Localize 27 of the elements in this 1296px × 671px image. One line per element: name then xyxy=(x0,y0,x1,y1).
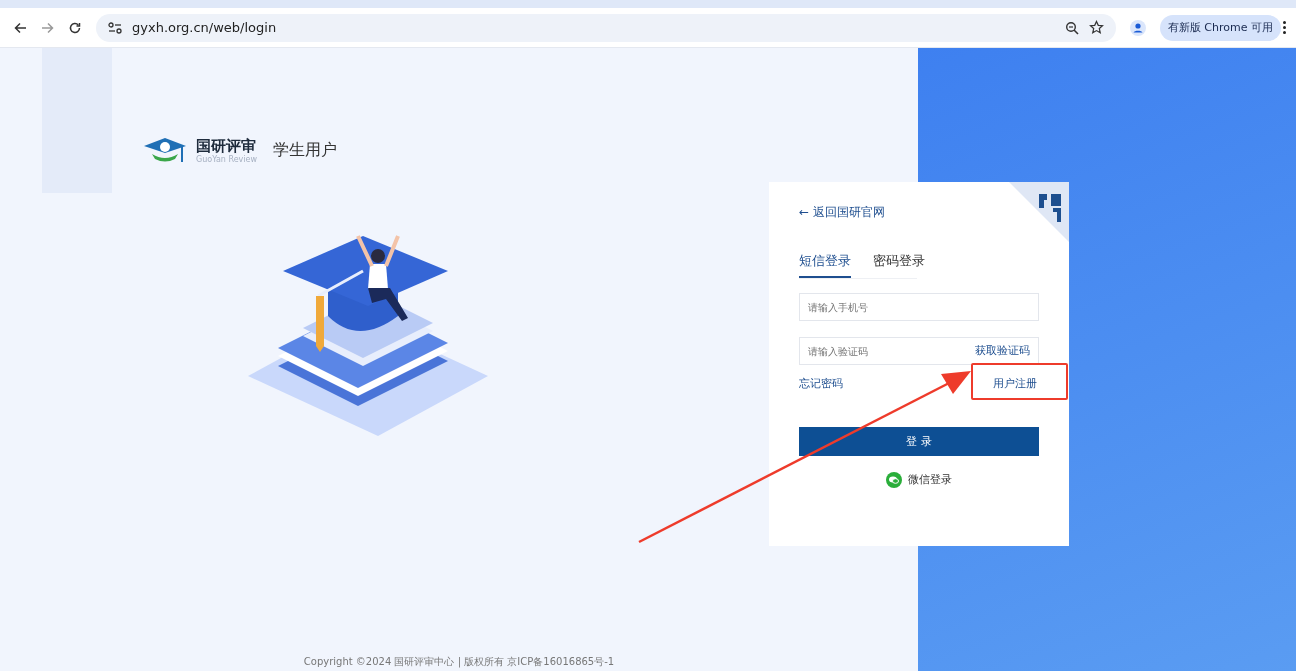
brand-subtitle: GuoYan Review xyxy=(196,154,257,164)
update-chrome-button[interactable]: 有新版 Chrome 可用 xyxy=(1159,14,1281,41)
login-tab[interactable]: 短信登录 xyxy=(799,253,851,278)
user-type-label: 学生用户 xyxy=(273,139,337,161)
register-link[interactable]: 用户注册 xyxy=(993,377,1037,391)
forgot-password-link[interactable]: 忘记密码 xyxy=(799,377,843,391)
back-icon[interactable] xyxy=(14,21,27,34)
zoom-icon[interactable] xyxy=(1064,20,1079,35)
copyright-text: Copyright ©2024 国研评审中心 | 版权所有 京ICP备16016865号-1 xyxy=(303,656,615,667)
qr-code-corner-icon[interactable] xyxy=(1009,182,1069,242)
logo-icon xyxy=(142,136,188,164)
url-text: gyxh.org.cn/web/login xyxy=(132,20,277,35)
menu-icon[interactable] xyxy=(1283,21,1286,34)
star-icon[interactable] xyxy=(1088,20,1104,35)
site-settings-icon[interactable] xyxy=(108,21,122,34)
profile-icon[interactable] xyxy=(1129,19,1146,36)
login-button[interactable]: 登 录 xyxy=(799,427,1039,456)
reload-icon[interactable] xyxy=(68,20,82,35)
chat-bubble-icon xyxy=(886,472,902,488)
back-to-site-link[interactable]: ← 返回国研官网 xyxy=(799,204,1039,221)
forward-icon[interactable] xyxy=(41,21,54,34)
brand-name: 国研评审 xyxy=(196,136,257,155)
address-bar[interactable]: gyxh.org.cn/web/login xyxy=(96,13,1116,42)
login-tab[interactable]: 密码登录 xyxy=(873,253,925,278)
phone-input-field[interactable]: 请输入手机号 xyxy=(799,293,1039,321)
wechat-login-link[interactable]: 微信登录 xyxy=(886,472,952,488)
get-code-link[interactable]: 获取验证码 xyxy=(975,344,1030,358)
